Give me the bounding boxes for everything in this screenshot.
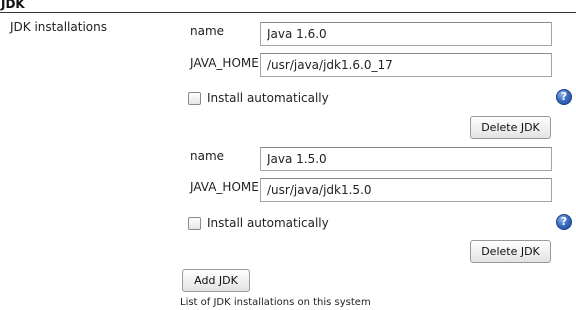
jdk-installations-label: JDK installations (10, 20, 107, 34)
help-icon[interactable]: ? (556, 89, 572, 105)
section-title: JDK (1, 0, 25, 11)
java-home-label: JAVA_HOME (190, 56, 259, 70)
name-label: name (190, 149, 225, 163)
delete-jdk-button[interactable]: Delete JDK (470, 240, 551, 263)
help-icon[interactable]: ? (556, 214, 572, 230)
install-automatically-label: Install automatically (207, 216, 329, 230)
java-home-label: JAVA_HOME (190, 180, 259, 194)
jdk-name-input[interactable] (260, 22, 552, 46)
java-home-input[interactable] (260, 53, 552, 77)
delete-jdk-button[interactable]: Delete JDK (470, 116, 551, 139)
install-automatically-checkbox[interactable] (188, 217, 201, 230)
name-label: name (190, 24, 225, 38)
section-header: JDK (0, 0, 576, 13)
jdk-name-input[interactable] (260, 147, 552, 171)
java-home-input[interactable] (260, 178, 552, 202)
add-jdk-button[interactable]: Add JDK (182, 269, 250, 292)
jdk-installations-description: List of JDK installations on this system (180, 297, 371, 308)
install-automatically-label: Install automatically (207, 91, 329, 105)
install-automatically-checkbox[interactable] (188, 92, 201, 105)
